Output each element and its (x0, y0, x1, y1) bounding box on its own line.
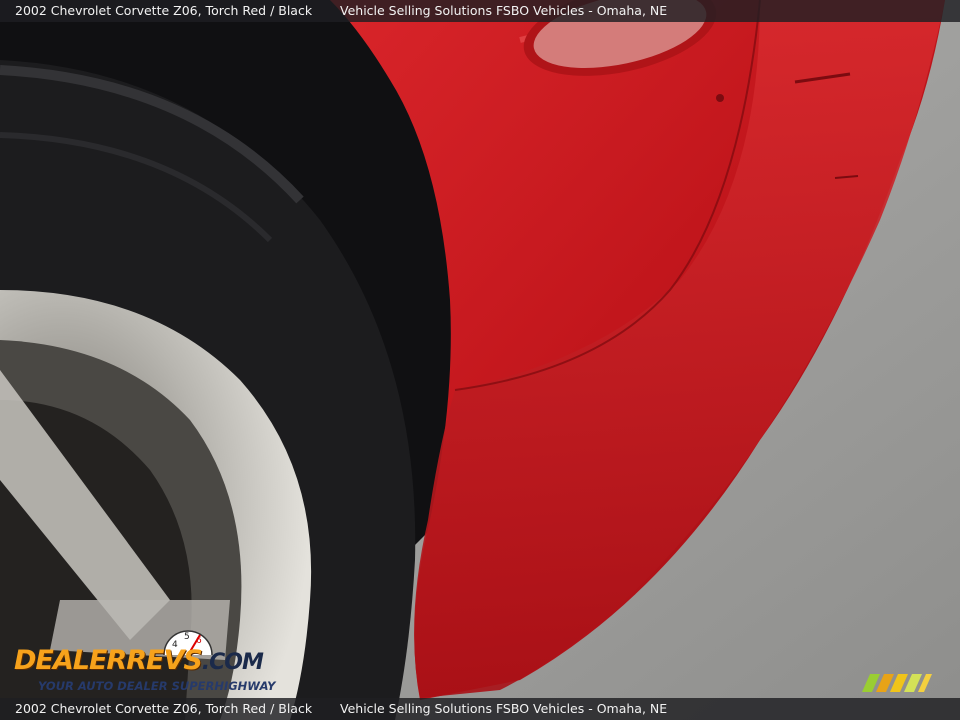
logo-revs: REVS (126, 645, 203, 676)
caption-bar-bottom: 2002 Chevrolet Corvette Z06, Torch Red /… (0, 698, 960, 720)
logo-tagline: YOUR AUTO DEALER SUPERHIGHWAY (38, 679, 276, 693)
car-photo (0, 0, 960, 720)
caption-bar-top: 2002 Chevrolet Corvette Z06, Torch Red /… (0, 0, 960, 22)
logo-com: .COM (201, 650, 264, 675)
svg-text:5: 5 (184, 632, 190, 642)
vehicle-caption: 2002 Chevrolet Corvette Z06, Torch Red /… (15, 701, 313, 716)
seller-caption: Vehicle Selling Solutions FSBO Vehicles … (340, 701, 668, 716)
vehicle-caption: 2002 Chevrolet Corvette Z06, Torch Red /… (15, 3, 313, 18)
logo-dealer: DEALER (14, 645, 127, 676)
dealerrevs-logo: 4 5 6 DEALERREVS.COM YOUR AUTO DEALER SU… (10, 625, 276, 697)
seller-caption: Vehicle Selling Solutions FSBO Vehicles … (340, 3, 668, 18)
mm-watermark-icon (862, 674, 932, 692)
